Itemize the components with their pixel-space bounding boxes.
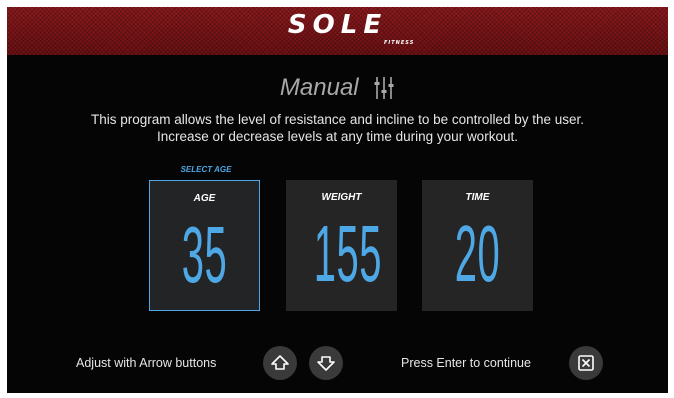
age-label: AGE xyxy=(193,193,216,204)
time-tile[interactable]: TIME 20 xyxy=(422,180,533,311)
arrow-down-button[interactable] xyxy=(309,346,343,380)
description-line-2: Increase or decrease levels at any time … xyxy=(157,129,518,144)
program-title-row: Manual xyxy=(7,73,668,103)
enter-x-icon xyxy=(578,355,594,371)
adjust-instruction: Adjust with Arrow buttons xyxy=(76,356,217,370)
arrow-down-icon xyxy=(317,356,335,371)
arrow-up-button[interactable] xyxy=(263,346,297,380)
enter-instruction: Press Enter to continue xyxy=(401,356,531,370)
sole-logo: SOLE xyxy=(287,10,388,40)
program-description: This program allows the level of resista… xyxy=(7,111,668,145)
description-line-1: This program allows the level of resista… xyxy=(90,112,584,127)
sliders-icon xyxy=(374,77,394,99)
console-screen: SOLE FITNESS Manual This program allows … xyxy=(7,7,668,393)
age-tile[interactable]: AGE 35 xyxy=(149,180,260,311)
program-title: Manual xyxy=(279,74,359,101)
time-label: TIME xyxy=(465,192,490,203)
brand-header: SOLE FITNESS xyxy=(7,7,668,55)
enter-button[interactable] xyxy=(569,346,603,380)
fitness-wordmark: FITNESS xyxy=(384,40,415,46)
weight-label: WEIGHT xyxy=(321,192,362,203)
weight-tile[interactable]: WEIGHT 155 xyxy=(286,180,397,311)
age-value: 35 xyxy=(181,210,228,299)
weight-value: 155 xyxy=(313,209,382,298)
time-value: 20 xyxy=(454,209,501,298)
select-age-prompt: SELECT AGE xyxy=(180,165,232,174)
arrow-up-icon xyxy=(271,355,289,370)
